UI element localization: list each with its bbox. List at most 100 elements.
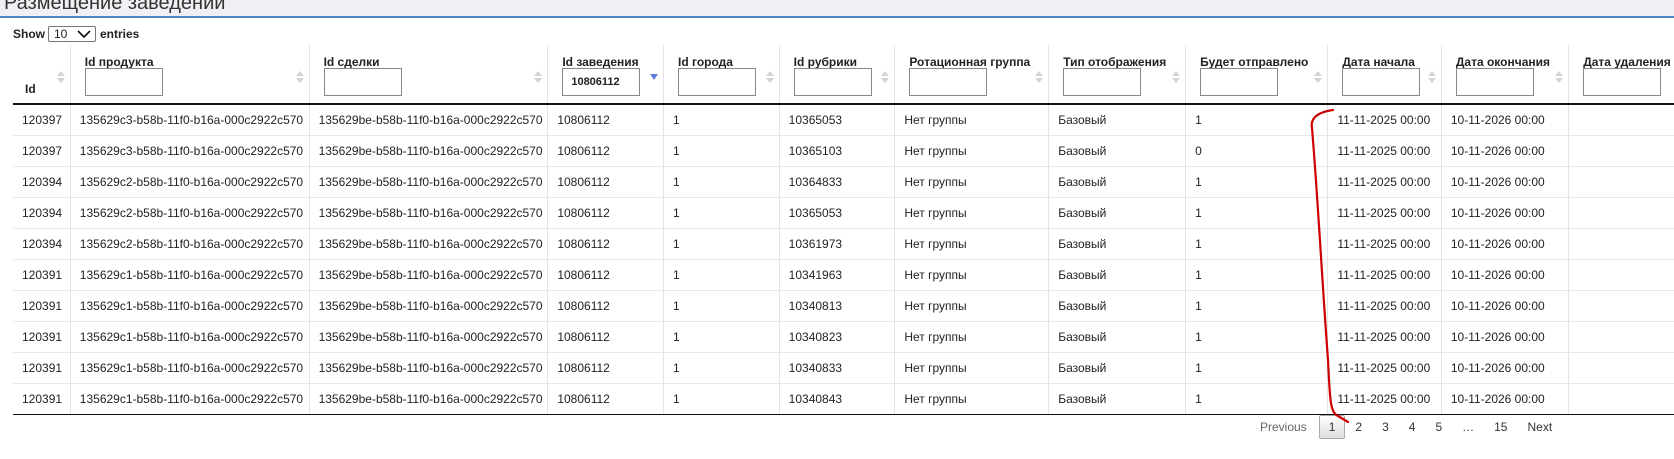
cell-id: 120397 (13, 104, 71, 136)
sort-both-icon (1555, 71, 1564, 83)
cell-end-date: 10-11-2026 00:00 (1440, 321, 1569, 353)
column-header-product-id[interactable]: Id продукта (69, 45, 310, 105)
cell-id: 120394 (13, 166, 71, 198)
cell-rubric-id: 10365053 (778, 197, 895, 229)
sort-both-icon (534, 71, 543, 83)
table-body: 120397 135629c3-b58b-11f0-b16a-000c2922c5… (13, 104, 1674, 415)
cell-rubric-id: 10340833 (778, 352, 895, 384)
cell-rotation-group: Нет группы (894, 197, 1049, 229)
page-button-15[interactable]: 15 (1484, 416, 1517, 438)
table-row[interactable]: 120391 135629c1-b58b-11f0-b16a-000c2922c5… (13, 259, 1674, 291)
cell-delete-date (1568, 166, 1674, 198)
page-button-4[interactable]: 4 (1399, 416, 1426, 438)
filter-input-display-type[interactable] (1063, 68, 1142, 96)
table-row[interactable]: 120391 135629c1-b58b-11f0-b16a-000c2922c5… (13, 383, 1674, 415)
table-row[interactable]: 120391 135629c1-b58b-11f0-b16a-000c2922c5… (13, 352, 1674, 384)
cell-start-date: 11-11-2025 00:00 (1327, 228, 1442, 260)
table-row[interactable]: 120397 135629c3-b58b-11f0-b16a-000c2922c5… (13, 104, 1674, 136)
table-row[interactable]: 120394 135629c2-b58b-11f0-b16a-000c2922c5… (13, 197, 1674, 229)
entries-select[interactable]: 10 (48, 26, 96, 42)
cell-rotation-group: Нет группы (894, 228, 1049, 260)
filter-input-city-id[interactable] (678, 68, 756, 96)
sort-both-icon (295, 71, 304, 83)
filter-input-will-be-sent[interactable] (1200, 68, 1279, 96)
table-row[interactable]: 120394 135629c2-b58b-11f0-b16a-000c2922c5… (13, 166, 1674, 198)
cell-venue-id: 10806112 (547, 352, 664, 384)
table-row[interactable]: 120397 135629c3-b58b-11f0-b16a-000c2922c5… (13, 135, 1674, 167)
cell-product-id: 135629c1-b58b-11f0-b16a-000c2922c570 (69, 352, 310, 384)
cell-city-id: 1 (663, 321, 780, 353)
cell-city-id: 1 (663, 197, 780, 229)
page-button-3[interactable]: 3 (1372, 416, 1399, 438)
column-header-display-type[interactable]: Тип отображения (1048, 45, 1186, 105)
filter-input-delete-date[interactable] (1583, 68, 1662, 96)
cell-rubric-id: 10365053 (778, 104, 895, 136)
cell-rubric-id: 10340843 (778, 383, 895, 415)
cell-id: 120397 (13, 135, 71, 167)
previous-page-button[interactable]: Previous (1250, 416, 1319, 438)
cell-id: 120391 (13, 352, 71, 384)
column-header-end-date[interactable]: Дата окончания (1440, 45, 1569, 105)
column-header-rubric-id[interactable]: Id рубрики (778, 45, 895, 105)
table-header-row: Id Id продукта Id сделки Id заведения Id гор… (13, 45, 1674, 105)
cell-id: 120391 (13, 383, 71, 415)
cell-rubric-id: 10364833 (778, 166, 895, 198)
cell-will-be-sent: 1 (1185, 104, 1328, 136)
cell-will-be-sent: 0 (1185, 135, 1328, 167)
column-label-product-id: Id продукта (84, 55, 154, 69)
cell-deal-id: 135629be-b58b-11f0-b16a-000c2922c570 (308, 352, 548, 384)
cell-id: 120394 (13, 197, 71, 229)
filter-input-start-date[interactable] (1342, 68, 1421, 96)
pagination: Previous 1 2 3 4 5 … 15 Next (1250, 415, 1562, 439)
cell-product-id: 135629c2-b58b-11f0-b16a-000c2922c570 (69, 197, 310, 229)
column-header-city-id[interactable]: Id города (663, 45, 780, 105)
cell-will-be-sent: 1 (1185, 166, 1328, 198)
column-label-id: Id (25, 82, 36, 96)
column-header-rotation-group[interactable]: Ротационная группа (894, 45, 1049, 105)
filter-input-rubric-id[interactable] (793, 68, 872, 96)
column-header-start-date[interactable]: Дата начала (1327, 45, 1442, 105)
filter-input-end-date[interactable] (1455, 68, 1534, 96)
column-header-venue-id[interactable]: Id заведения (547, 45, 664, 105)
cell-id: 120391 (13, 321, 71, 353)
column-header-will-be-sent[interactable]: Будет отправлено (1185, 45, 1328, 105)
cell-end-date: 10-11-2026 00:00 (1440, 383, 1569, 415)
cell-product-id: 135629c1-b58b-11f0-b16a-000c2922c570 (69, 259, 310, 291)
cell-delete-date (1568, 290, 1674, 322)
cell-end-date: 10-11-2026 00:00 (1440, 166, 1569, 198)
next-page-button[interactable]: Next (1517, 416, 1562, 438)
page-title: Размещение заведений (4, 0, 226, 14)
cell-venue-id: 10806112 (547, 104, 664, 136)
cell-will-be-sent: 1 (1185, 352, 1328, 384)
page-button-2[interactable]: 2 (1345, 416, 1372, 438)
cell-start-date: 11-11-2025 00:00 (1327, 135, 1442, 167)
column-header-deal-id[interactable]: Id сделки (308, 45, 548, 105)
cell-start-date: 11-11-2025 00:00 (1327, 259, 1442, 291)
cell-will-be-sent: 1 (1185, 321, 1328, 353)
column-header-id[interactable]: Id (13, 45, 71, 105)
filter-input-rotation-group[interactable] (909, 68, 988, 96)
cell-venue-id: 10806112 (547, 228, 664, 260)
sort-both-icon (1314, 71, 1323, 83)
filter-input-product-id[interactable] (84, 68, 163, 96)
cell-city-id: 1 (663, 290, 780, 322)
table-row[interactable]: 120391 135629c1-b58b-11f0-b16a-000c2922c5… (13, 321, 1674, 353)
sort-both-icon (1035, 71, 1044, 83)
cell-rubric-id: 10340813 (778, 290, 895, 322)
filter-input-deal-id[interactable] (323, 68, 402, 96)
cell-display-type: Базовый (1048, 259, 1186, 291)
filter-input-venue-id[interactable] (562, 68, 641, 96)
sort-both-icon (765, 71, 774, 83)
cell-deal-id: 135629be-b58b-11f0-b16a-000c2922c570 (308, 228, 548, 260)
page-button-5[interactable]: 5 (1425, 416, 1452, 438)
table-row[interactable]: 120391 135629c1-b58b-11f0-b16a-000c2922c5… (13, 290, 1674, 322)
page-button-1[interactable]: 1 (1318, 415, 1346, 439)
cell-rotation-group: Нет группы (894, 166, 1049, 198)
cell-display-type: Базовый (1048, 383, 1186, 415)
table-row[interactable]: 120394 135629c2-b58b-11f0-b16a-000c2922c5… (13, 228, 1674, 260)
cell-end-date: 10-11-2026 00:00 (1440, 104, 1569, 136)
placements-table-container: Id Id продукта Id сделки Id заведения Id гор… (13, 45, 1674, 437)
column-header-delete-date[interactable]: Дата удаления (1568, 45, 1674, 105)
cell-deal-id: 135629be-b58b-11f0-b16a-000c2922c570 (308, 104, 548, 136)
cell-end-date: 10-11-2026 00:00 (1440, 352, 1569, 384)
